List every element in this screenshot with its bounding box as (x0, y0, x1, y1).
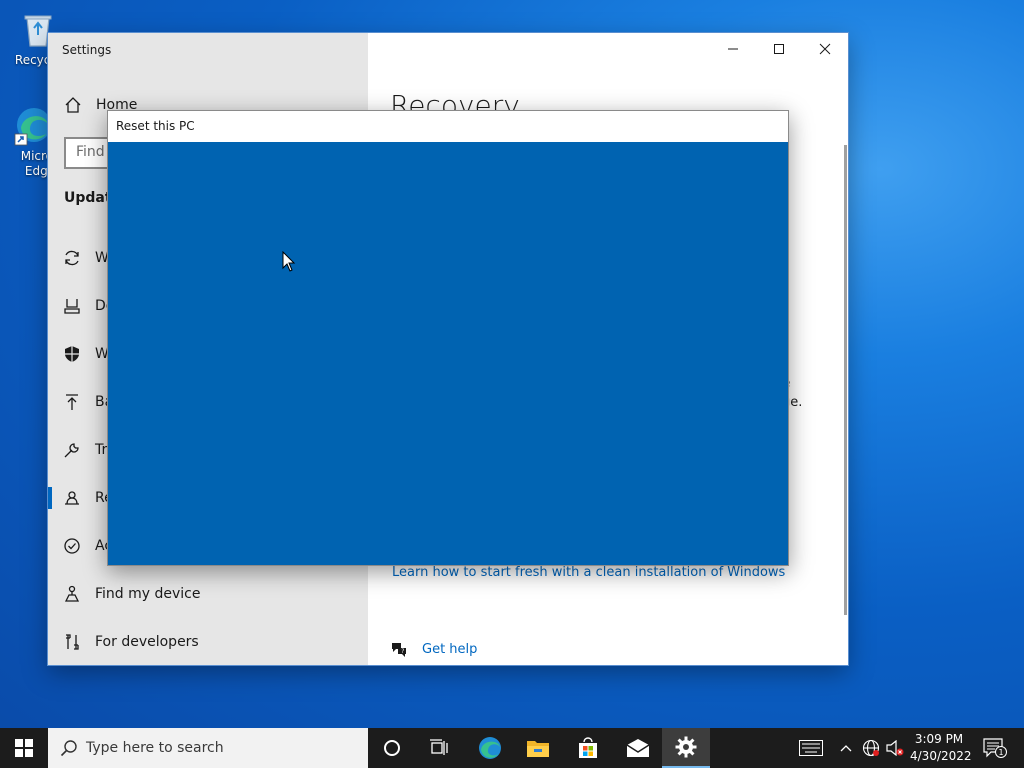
volume-button[interactable] (884, 728, 906, 768)
close-button[interactable] (802, 33, 848, 65)
developer-tools-icon (62, 632, 82, 652)
window-title: Settings (62, 43, 112, 57)
task-view-button[interactable] (416, 728, 464, 768)
store-icon (579, 737, 597, 758)
network-icon (862, 739, 880, 757)
dialog-body-loading (108, 142, 788, 565)
reset-this-pc-dialog: Reset this PC (107, 110, 789, 566)
sync-icon (62, 248, 82, 268)
taskbar-edge-button[interactable] (466, 728, 514, 768)
network-button[interactable] (860, 728, 882, 768)
mouse-cursor-icon (282, 250, 296, 277)
action-center-button[interactable]: 1 (980, 728, 1010, 768)
file-explorer-button[interactable] (514, 728, 562, 768)
close-icon (819, 43, 831, 55)
wrench-icon (62, 440, 82, 460)
minimize-button[interactable] (710, 33, 756, 65)
dialog-title: Reset this PC (108, 111, 788, 142)
show-hidden-icons-button[interactable] (836, 728, 856, 768)
notification-icon: 1 (983, 738, 1007, 758)
maximize-button[interactable] (756, 33, 802, 65)
nav-item-label: Tr (95, 442, 108, 458)
nav-item-label: For developers (95, 634, 199, 650)
recovery-icon (62, 488, 82, 508)
keyboard-layout-icon (799, 740, 823, 756)
taskbar-search-input[interactable]: Type here to search (48, 728, 368, 768)
taskbar-search-placeholder: Type here to search (86, 740, 224, 756)
learn-clean-install-link[interactable]: Learn how to start fresh with a clean in… (392, 565, 785, 580)
start-button[interactable] (0, 728, 48, 768)
store-button[interactable] (564, 728, 612, 768)
minimize-icon (728, 48, 738, 50)
help-chat-icon: ? (392, 643, 406, 657)
get-help-label: Get help (422, 641, 478, 657)
cortana-button[interactable] (368, 728, 416, 768)
taskbar-clock[interactable]: 3:09 PM 4/30/2022 (910, 731, 972, 765)
cortana-icon (384, 740, 400, 756)
volume-muted-icon (886, 740, 904, 756)
check-circle-icon (62, 536, 82, 556)
notification-count: 1 (998, 748, 1003, 757)
content-scrollbar[interactable] (844, 145, 847, 615)
settings-gear-icon (675, 736, 697, 758)
get-help-link[interactable]: ? Get help (390, 640, 477, 658)
maximize-icon (774, 44, 784, 54)
chevron-up-icon (840, 745, 852, 752)
shield-icon (62, 344, 82, 364)
backup-arrow-icon (62, 392, 82, 412)
taskbar: Type here to search 3:09 PM 4/30/2022 1 (0, 728, 1024, 768)
home-icon (65, 97, 81, 113)
task-view-icon (430, 739, 448, 755)
search-placeholder: Find (76, 144, 105, 160)
nav-item-find-my-device[interactable]: Find my device (48, 570, 368, 618)
settings-taskbar-button[interactable] (662, 728, 710, 768)
nav-item-label: Find my device (95, 586, 201, 602)
delivery-icon (62, 296, 82, 316)
keyboard-layout-button[interactable] (796, 728, 826, 768)
start-icon (15, 739, 33, 757)
edge-icon (479, 737, 501, 759)
search-icon (60, 740, 77, 757)
mail-button[interactable] (614, 728, 662, 768)
clock-time: 3:09 PM (914, 732, 964, 746)
svg-text:?: ? (401, 648, 404, 655)
person-pin-icon (62, 584, 82, 604)
clock-date: 4/30/2022 (910, 749, 972, 763)
nav-item-for-developers[interactable]: For developers (48, 618, 368, 665)
file-explorer-icon (527, 741, 549, 757)
mail-icon (626, 739, 650, 757)
